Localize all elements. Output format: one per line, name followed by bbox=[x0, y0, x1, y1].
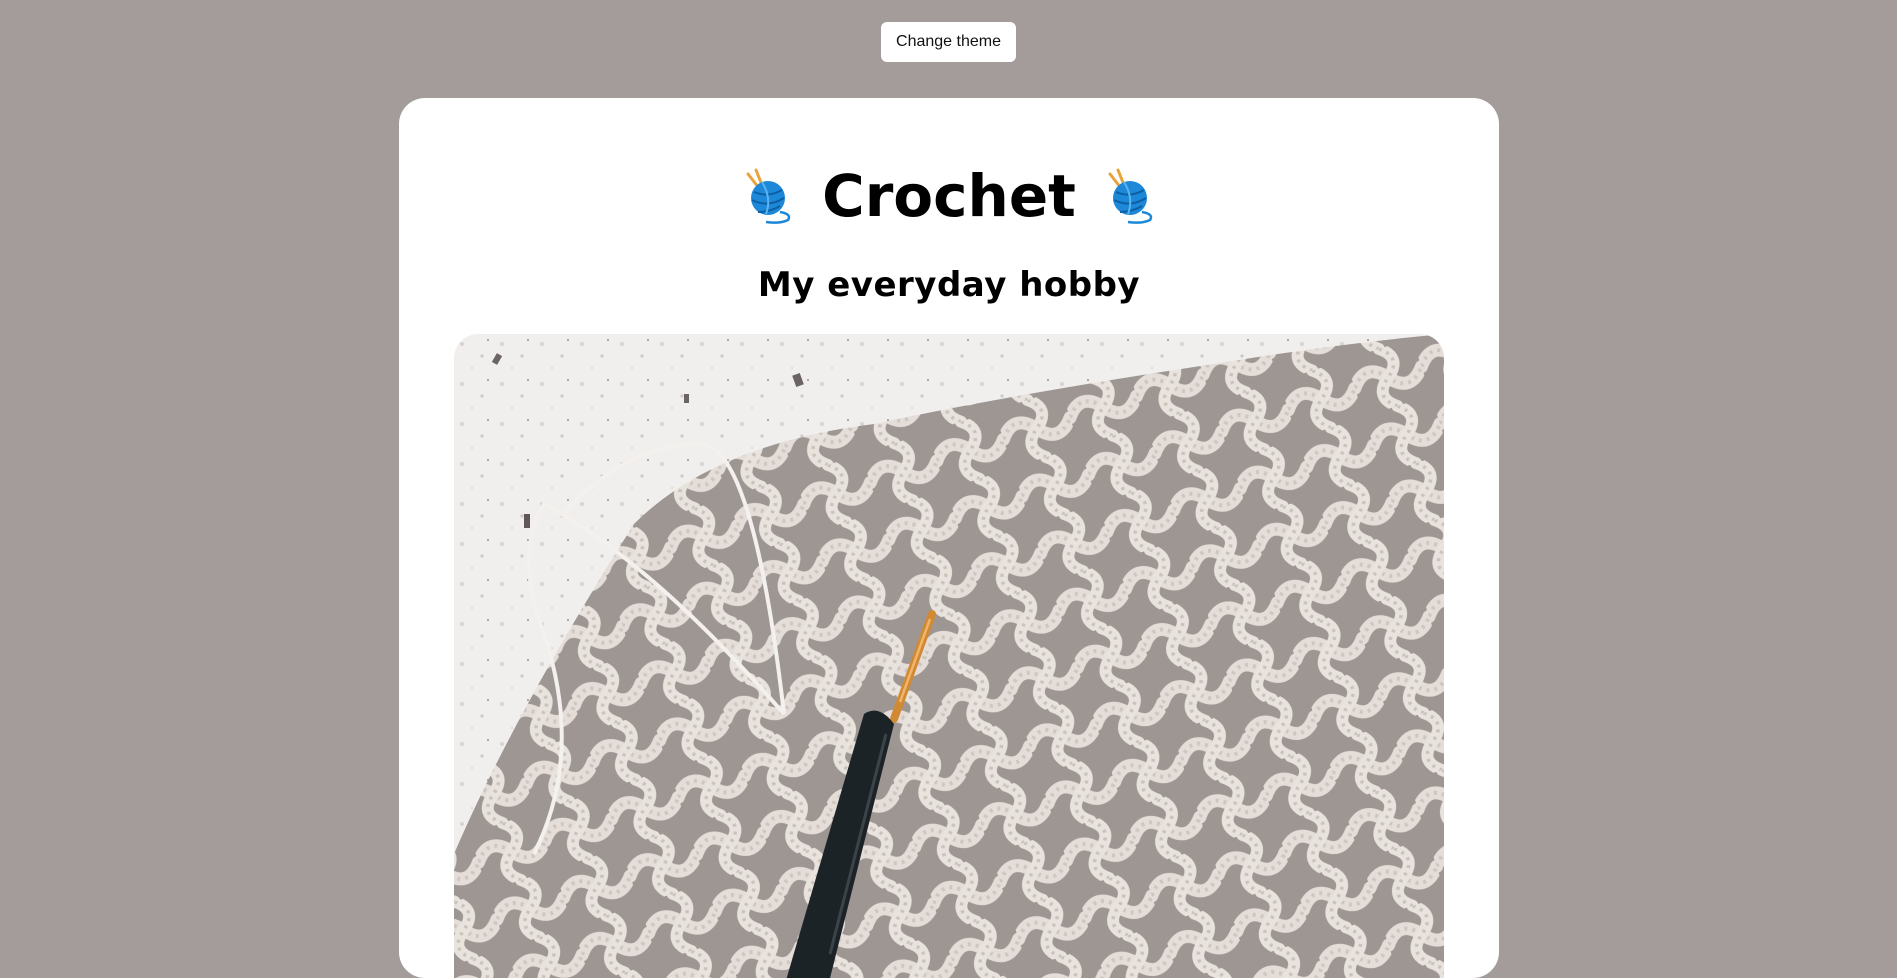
change-theme-button[interactable]: Change theme bbox=[881, 22, 1016, 62]
page-subtitle: My everyday hobby bbox=[757, 265, 1141, 305]
yarn-ball-icon bbox=[1108, 168, 1153, 224]
title-row: Crochet bbox=[399, 164, 1499, 228]
crochet-photo bbox=[454, 334, 1444, 978]
main-card: Crochet My everyday hobby bbox=[399, 98, 1499, 978]
crochet-net-image bbox=[454, 334, 1444, 978]
page-title: Crochet bbox=[822, 162, 1076, 230]
yarn-ball-icon bbox=[746, 168, 791, 224]
